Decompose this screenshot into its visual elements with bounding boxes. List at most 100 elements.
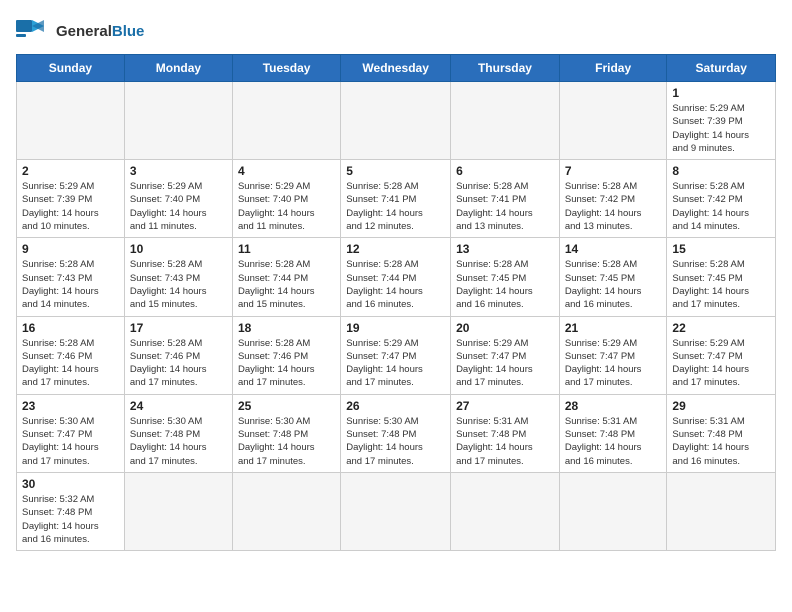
day-info: Sunrise: 5:28 AM Sunset: 7:44 PM Dayligh…	[238, 258, 335, 311]
day-info: Sunrise: 5:28 AM Sunset: 7:43 PM Dayligh…	[130, 258, 227, 311]
day-number: 16	[22, 321, 119, 335]
day-number: 1	[672, 86, 770, 100]
calendar-table: SundayMondayTuesdayWednesdayThursdayFrid…	[16, 54, 776, 551]
day-number: 13	[456, 242, 554, 256]
calendar-week-row: 30 Sunrise: 5:32 AM Sunset: 7:48 PM Dayli…	[17, 472, 776, 550]
calendar-week-row: 9Sunrise: 5:28 AM Sunset: 7:43 PM Daylig…	[17, 238, 776, 316]
calendar-day-cell	[17, 82, 125, 160]
day-info: Sunrise: 5:31 AM Sunset: 7:48 PM Dayligh…	[672, 415, 770, 468]
day-info: Sunrise: 5:30 AM Sunset: 7:48 PM Dayligh…	[130, 415, 227, 468]
calendar-weekday-header: Friday	[559, 55, 667, 82]
day-number: 27	[456, 399, 554, 413]
calendar-day-cell	[232, 472, 340, 550]
calendar-week-row: 23 Sunrise: 5:30 AM Sunset: 7:47 PM Dayli…	[17, 394, 776, 472]
day-info: Sunrise: 5:29 AM Sunset: 7:40 PM Dayligh…	[238, 180, 335, 233]
day-number: 23	[22, 399, 119, 413]
day-info: Sunrise: 5:30 AM Sunset: 7:48 PM Dayligh…	[238, 415, 335, 468]
calendar-day-cell: 5Sunrise: 5:28 AM Sunset: 7:41 PM Daylig…	[341, 160, 451, 238]
calendar-day-cell: 23 Sunrise: 5:30 AM Sunset: 7:47 PM Dayli…	[17, 394, 125, 472]
calendar-day-cell: 26Sunrise: 5:30 AM Sunset: 7:48 PM Dayli…	[341, 394, 451, 472]
day-info: Sunrise: 5:29 AM Sunset: 7:39 PM Dayligh…	[22, 180, 119, 233]
calendar-day-cell: 27 Sunrise: 5:31 AM Sunset: 7:48 PM Dayli…	[451, 394, 560, 472]
calendar-weekday-header: Sunday	[17, 55, 125, 82]
day-number: 17	[130, 321, 227, 335]
day-info: Sunrise: 5:32 AM Sunset: 7:48 PM Dayligh…	[22, 493, 119, 546]
day-number: 7	[565, 164, 662, 178]
calendar-day-cell: 18 Sunrise: 5:28 AM Sunset: 7:46 PM Dayli…	[232, 316, 340, 394]
calendar-day-cell: 11Sunrise: 5:28 AM Sunset: 7:44 PM Dayli…	[232, 238, 340, 316]
day-number: 8	[672, 164, 770, 178]
calendar-day-cell: 28 Sunrise: 5:31 AM Sunset: 7:48 PM Dayli…	[559, 394, 667, 472]
calendar-day-cell	[341, 82, 451, 160]
calendar-weekday-header: Thursday	[451, 55, 560, 82]
day-info: Sunrise: 5:31 AM Sunset: 7:48 PM Dayligh…	[565, 415, 662, 468]
calendar-week-row: 16 Sunrise: 5:28 AM Sunset: 7:46 PM Dayli…	[17, 316, 776, 394]
calendar-day-cell: 16 Sunrise: 5:28 AM Sunset: 7:46 PM Dayli…	[17, 316, 125, 394]
day-number: 19	[346, 321, 445, 335]
calendar-day-cell: 4 Sunrise: 5:29 AM Sunset: 7:40 PM Daylig…	[232, 160, 340, 238]
generalblue-logo-icon	[16, 16, 52, 46]
day-number: 28	[565, 399, 662, 413]
day-info: Sunrise: 5:28 AM Sunset: 7:45 PM Dayligh…	[456, 258, 554, 311]
day-info: Sunrise: 5:28 AM Sunset: 7:42 PM Dayligh…	[672, 180, 770, 233]
logo: GeneralBlue	[16, 16, 144, 46]
day-number: 14	[565, 242, 662, 256]
calendar-day-cell: 19 Sunrise: 5:29 AM Sunset: 7:47 PM Dayli…	[341, 316, 451, 394]
day-number: 18	[238, 321, 335, 335]
day-info: Sunrise: 5:28 AM Sunset: 7:46 PM Dayligh…	[130, 337, 227, 390]
day-number: 6	[456, 164, 554, 178]
day-info: Sunrise: 5:28 AM Sunset: 7:43 PM Dayligh…	[22, 258, 119, 311]
day-info: Sunrise: 5:29 AM Sunset: 7:47 PM Dayligh…	[565, 337, 662, 390]
day-info: Sunrise: 5:30 AM Sunset: 7:47 PM Dayligh…	[22, 415, 119, 468]
calendar-day-cell: 29Sunrise: 5:31 AM Sunset: 7:48 PM Dayli…	[667, 394, 776, 472]
calendar-week-row: 1 Sunrise: 5:29 AM Sunset: 7:39 PM Daylig…	[17, 82, 776, 160]
calendar-day-cell: 3 Sunrise: 5:29 AM Sunset: 7:40 PM Daylig…	[124, 160, 232, 238]
calendar-day-cell: 21Sunrise: 5:29 AM Sunset: 7:47 PM Dayli…	[559, 316, 667, 394]
calendar-day-cell	[124, 82, 232, 160]
day-info: Sunrise: 5:29 AM Sunset: 7:47 PM Dayligh…	[346, 337, 445, 390]
calendar-weekday-header: Tuesday	[232, 55, 340, 82]
day-number: 20	[456, 321, 554, 335]
logo-text: GeneralBlue	[56, 23, 144, 40]
day-number: 4	[238, 164, 335, 178]
calendar-day-cell: 14 Sunrise: 5:28 AM Sunset: 7:45 PM Dayli…	[559, 238, 667, 316]
day-number: 25	[238, 399, 335, 413]
day-info: Sunrise: 5:28 AM Sunset: 7:44 PM Dayligh…	[346, 258, 445, 311]
calendar-day-cell	[559, 82, 667, 160]
calendar-day-cell: 12 Sunrise: 5:28 AM Sunset: 7:44 PM Dayli…	[341, 238, 451, 316]
day-info: Sunrise: 5:29 AM Sunset: 7:39 PM Dayligh…	[672, 102, 770, 155]
calendar-day-cell	[451, 82, 560, 160]
day-info: Sunrise: 5:28 AM Sunset: 7:42 PM Dayligh…	[565, 180, 662, 233]
day-info: Sunrise: 5:28 AM Sunset: 7:46 PM Dayligh…	[238, 337, 335, 390]
calendar-weekday-header: Wednesday	[341, 55, 451, 82]
day-number: 3	[130, 164, 227, 178]
calendar-day-cell: 2 Sunrise: 5:29 AM Sunset: 7:39 PM Daylig…	[17, 160, 125, 238]
day-info: Sunrise: 5:30 AM Sunset: 7:48 PM Dayligh…	[346, 415, 445, 468]
calendar-day-cell: 17 Sunrise: 5:28 AM Sunset: 7:46 PM Dayli…	[124, 316, 232, 394]
calendar-day-cell	[232, 82, 340, 160]
calendar-day-cell: 10Sunrise: 5:28 AM Sunset: 7:43 PM Dayli…	[124, 238, 232, 316]
day-number: 2	[22, 164, 119, 178]
day-info: Sunrise: 5:28 AM Sunset: 7:41 PM Dayligh…	[456, 180, 554, 233]
calendar-day-cell: 20 Sunrise: 5:29 AM Sunset: 7:47 PM Dayli…	[451, 316, 560, 394]
day-info: Sunrise: 5:28 AM Sunset: 7:45 PM Dayligh…	[565, 258, 662, 311]
calendar-day-cell: 24Sunrise: 5:30 AM Sunset: 7:48 PM Dayli…	[124, 394, 232, 472]
calendar-weekday-header: Monday	[124, 55, 232, 82]
calendar-day-cell: 30 Sunrise: 5:32 AM Sunset: 7:48 PM Dayli…	[17, 472, 125, 550]
calendar-day-cell: 9Sunrise: 5:28 AM Sunset: 7:43 PM Daylig…	[17, 238, 125, 316]
day-info: Sunrise: 5:29 AM Sunset: 7:40 PM Dayligh…	[130, 180, 227, 233]
day-number: 30	[22, 477, 119, 491]
day-number: 5	[346, 164, 445, 178]
day-info: Sunrise: 5:29 AM Sunset: 7:47 PM Dayligh…	[672, 337, 770, 390]
day-number: 12	[346, 242, 445, 256]
day-info: Sunrise: 5:28 AM Sunset: 7:46 PM Dayligh…	[22, 337, 119, 390]
page-header: GeneralBlue	[16, 16, 776, 46]
calendar-day-cell	[667, 472, 776, 550]
day-number: 22	[672, 321, 770, 335]
calendar-day-cell	[451, 472, 560, 550]
calendar-day-cell: 1 Sunrise: 5:29 AM Sunset: 7:39 PM Daylig…	[667, 82, 776, 160]
day-info: Sunrise: 5:29 AM Sunset: 7:47 PM Dayligh…	[456, 337, 554, 390]
calendar-week-row: 2 Sunrise: 5:29 AM Sunset: 7:39 PM Daylig…	[17, 160, 776, 238]
day-info: Sunrise: 5:31 AM Sunset: 7:48 PM Dayligh…	[456, 415, 554, 468]
calendar-day-cell: 8 Sunrise: 5:28 AM Sunset: 7:42 PM Daylig…	[667, 160, 776, 238]
